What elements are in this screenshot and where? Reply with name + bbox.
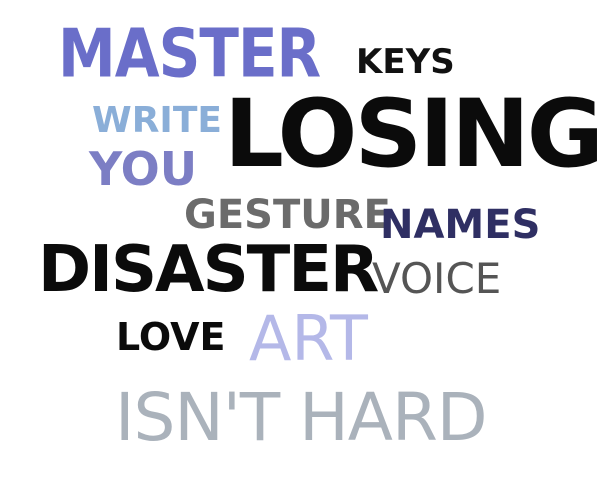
word-keys: KEYS (356, 42, 455, 82)
word-voice: VOICE (372, 254, 502, 303)
word-write: WRITE (92, 100, 222, 141)
word-losing: LOSING (224, 80, 600, 189)
word-you: YOU (89, 142, 198, 196)
word-master: MASTER (58, 14, 321, 93)
word-names: NAMES (380, 202, 541, 248)
word-art: ART (249, 302, 368, 375)
word-cloud: MASTER KEYS WRITE LOSING YOU GESTURE NAM… (0, 0, 600, 494)
word-isnt-hard: ISN'T HARD (115, 379, 488, 456)
word-love: LOVE (116, 315, 226, 359)
word-disaster: DISASTER (38, 233, 379, 307)
word-gesture: GESTURE (184, 192, 391, 238)
